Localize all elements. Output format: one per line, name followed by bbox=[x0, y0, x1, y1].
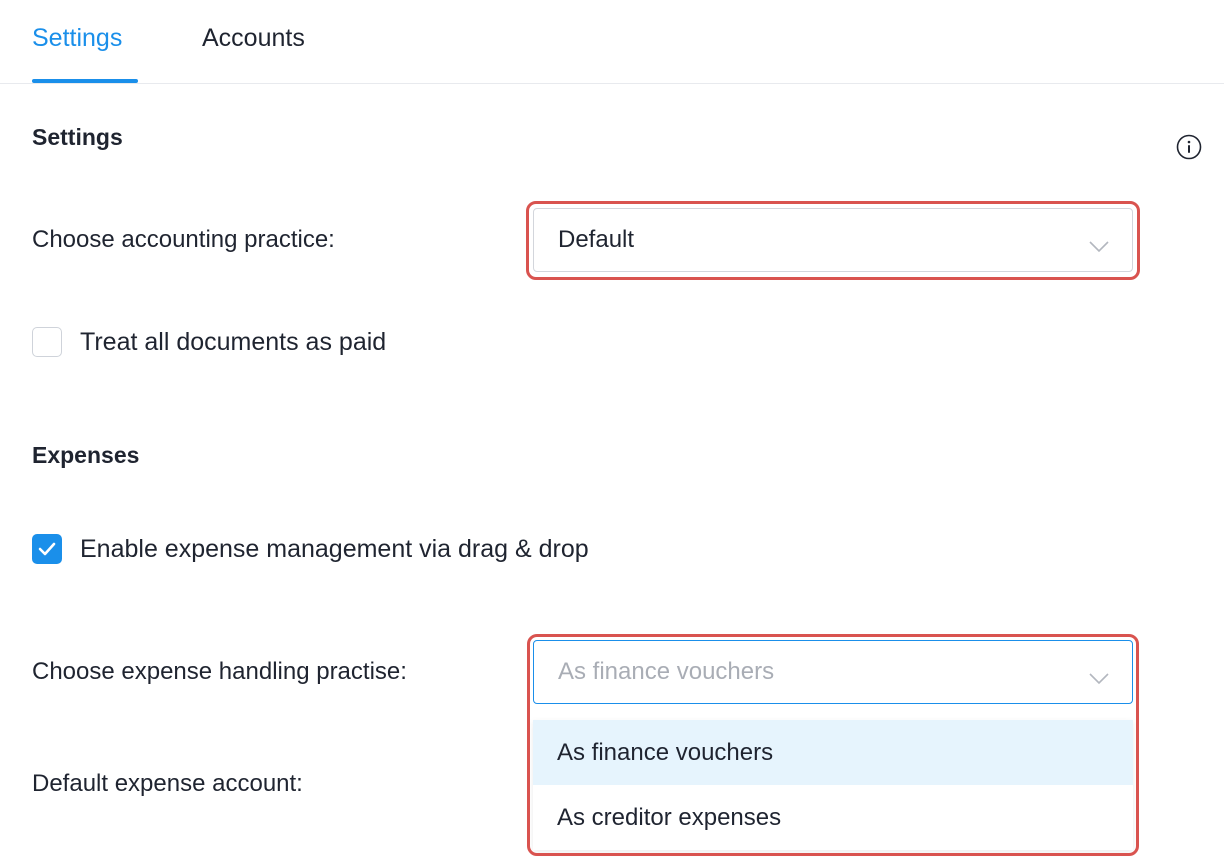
default-expense-account-label: Default expense account: bbox=[32, 770, 303, 797]
active-tab-indicator bbox=[32, 79, 138, 83]
option-finance-vouchers[interactable]: As finance vouchers bbox=[533, 720, 1133, 785]
chevron-down-icon bbox=[1088, 233, 1110, 253]
enable-drag-drop-row[interactable]: Enable expense management via drag & dro… bbox=[32, 534, 589, 564]
handling-practise-dropdown: As finance vouchers As creditor expenses bbox=[533, 720, 1133, 850]
treat-paid-label: Treat all documents as paid bbox=[80, 327, 387, 356]
enable-drag-drop-checkbox[interactable] bbox=[32, 534, 62, 564]
chevron-down-icon bbox=[1088, 665, 1110, 685]
accounting-practice-select[interactable]: Default bbox=[533, 208, 1133, 272]
tab-settings[interactable]: Settings bbox=[32, 24, 122, 53]
handling-practise-placeholder: As finance vouchers bbox=[558, 658, 775, 685]
accounting-practice-label: Choose accounting practice: bbox=[32, 226, 335, 253]
accounting-practice-value: Default bbox=[558, 226, 635, 253]
settings-section-title: Settings bbox=[32, 124, 123, 150]
checkmark-icon bbox=[38, 542, 56, 556]
treat-paid-checkbox[interactable] bbox=[32, 327, 62, 357]
enable-drag-drop-label: Enable expense management via drag & dro… bbox=[80, 534, 589, 563]
option-creditor-expenses[interactable]: As creditor expenses bbox=[533, 785, 1133, 850]
handling-practise-select[interactable]: As finance vouchers bbox=[533, 640, 1133, 704]
expenses-section-title: Expenses bbox=[32, 442, 140, 468]
tab-accounts[interactable]: Accounts bbox=[202, 24, 305, 53]
info-icon[interactable] bbox=[1176, 134, 1202, 160]
treat-paid-row[interactable]: Treat all documents as paid bbox=[32, 327, 386, 357]
handling-practise-label: Choose expense handling practise: bbox=[32, 658, 407, 685]
tab-bar: Settings Accounts bbox=[0, 0, 1224, 84]
